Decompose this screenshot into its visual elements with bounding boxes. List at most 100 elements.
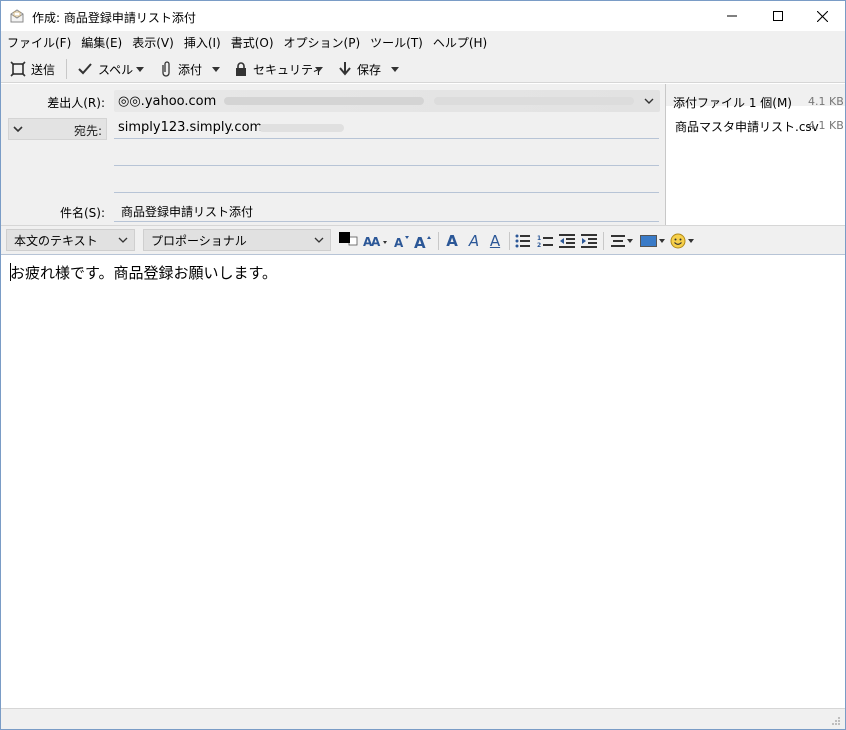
attachment-size: 4.1 KB xyxy=(808,119,844,132)
security-dropdown[interactable] xyxy=(313,58,325,80)
bullet-list-icon xyxy=(515,234,530,248)
toolbar-divider xyxy=(66,59,67,79)
chevron-down-icon xyxy=(627,239,633,243)
checkmark-icon xyxy=(78,63,92,75)
format-divider xyxy=(438,232,439,250)
attachment-item[interactable]: 商品マスタ申請リスト.csv 4.1 KB xyxy=(666,114,845,134)
minimize-icon xyxy=(727,15,737,17)
svg-text:1: 1 xyxy=(537,235,541,242)
maximize-icon xyxy=(773,11,783,21)
spell-dropdown[interactable] xyxy=(134,58,146,80)
send-icon xyxy=(10,61,26,77)
field-underline xyxy=(114,165,659,166)
font-size-icon: A A xyxy=(363,235,387,249)
spell-label: スペル xyxy=(98,62,134,77)
close-icon xyxy=(816,10,828,22)
indent-button[interactable] xyxy=(581,231,597,251)
svg-text:2: 2 xyxy=(537,242,541,248)
smiley-icon xyxy=(670,233,686,249)
image-icon xyxy=(639,235,657,247)
chevron-down-icon xyxy=(212,66,220,72)
minimize-button[interactable] xyxy=(709,1,755,31)
send-label: 送信 xyxy=(31,62,56,77)
from-value: ◎◎.yahoo.com xyxy=(118,93,217,109)
main-toolbar: 送信 スペル 添付 セキュリティ 保存 xyxy=(1,53,845,83)
message-header: 差出人(R): ◎◎.yahoo.com 宛先: simply123.simpl… xyxy=(1,84,845,225)
menu-format[interactable]: 書式(O) xyxy=(231,34,274,51)
italic-label: A xyxy=(468,232,480,250)
font-value: プロポーショナル xyxy=(151,233,247,248)
menu-help[interactable]: ヘルプ(H) xyxy=(433,34,487,51)
blurred-address xyxy=(434,97,634,105)
bullet-list-button[interactable] xyxy=(515,231,531,251)
attachment-panel: 添付ファイル 1 個(M) 4.1 KB 商品マスタ申請リスト.csv 4.1 … xyxy=(665,84,845,225)
font-size-button[interactable]: A A xyxy=(363,231,389,251)
chevron-down-icon xyxy=(644,98,654,104)
indent-icon xyxy=(581,234,597,248)
larger-text-icon: A xyxy=(414,234,431,249)
attachment-total-size: 4.1 KB xyxy=(808,95,844,108)
attach-dropdown[interactable] xyxy=(210,58,222,80)
menu-file[interactable]: ファイル(F) xyxy=(7,34,71,51)
menu-bar: ファイル(F) 編集(E) 表示(V) 挿入(I) 書式(O) オプション(P)… xyxy=(1,31,845,53)
subject-input[interactable]: 商品登録申請リスト添付 xyxy=(121,201,253,221)
align-text-icon xyxy=(611,235,625,247)
save-button[interactable]: 保存 xyxy=(338,58,381,80)
window-title: 作成: 商品登録申請リスト添付 xyxy=(32,11,196,25)
subject-label: 件名(S): xyxy=(59,206,105,220)
menu-view[interactable]: 表示(V) xyxy=(132,34,174,51)
attach-button[interactable]: 添付 xyxy=(159,58,202,80)
field-underline xyxy=(114,192,659,193)
paragraph-style-value: 本文のテキスト xyxy=(14,233,98,248)
font-select[interactable]: プロポーショナル xyxy=(143,229,331,251)
paragraph-style-select[interactable]: 本文のテキスト xyxy=(6,229,135,251)
resize-grip-icon[interactable] xyxy=(831,716,841,726)
maximize-button[interactable] xyxy=(755,1,801,31)
security-button[interactable]: セキュリティ xyxy=(234,58,324,80)
send-button[interactable]: 送信 xyxy=(10,58,55,80)
text-color-button[interactable] xyxy=(338,231,358,251)
title-bar: 作成: 商品登録申請リスト添付 xyxy=(1,1,845,31)
message-body-editor[interactable]: お疲れ様です。商品登録お願いします。 xyxy=(1,256,845,708)
insert-image-button[interactable] xyxy=(639,231,665,251)
menu-tools[interactable]: ツール(T) xyxy=(370,34,423,51)
outdent-icon xyxy=(559,234,575,248)
save-dropdown[interactable] xyxy=(389,58,401,80)
status-bar xyxy=(1,708,845,729)
increase-font-button[interactable]: A xyxy=(414,231,434,251)
chevron-down-icon xyxy=(13,126,23,133)
bold-label: A xyxy=(446,232,458,250)
attachment-count-label: 添付ファイル 1 個(M) xyxy=(673,96,792,110)
underline-button[interactable]: A xyxy=(487,231,503,251)
chevron-down-icon xyxy=(315,66,323,72)
smaller-text-icon: A xyxy=(394,236,409,249)
svg-text:A: A xyxy=(414,234,426,249)
download-arrow-icon xyxy=(339,62,351,76)
menu-insert[interactable]: 挿入(I) xyxy=(184,34,221,51)
chevron-down-icon xyxy=(688,239,694,243)
spell-button[interactable]: スペル xyxy=(77,58,133,80)
menu-edit[interactable]: 編集(E) xyxy=(81,34,122,51)
message-body-text: お疲れ様です。商品登録お願いします。 xyxy=(10,264,278,282)
lock-icon xyxy=(236,62,246,76)
align-button[interactable] xyxy=(610,231,634,251)
numbered-list-button[interactable]: 1 2 xyxy=(537,231,553,251)
svg-text:A: A xyxy=(371,235,381,249)
attachment-header[interactable]: 添付ファイル 1 個(M) 4.1 KB xyxy=(666,84,845,110)
address-type-button[interactable]: 宛先: xyxy=(8,118,107,140)
to-input[interactable]: simply123.simply.com xyxy=(118,117,262,137)
menu-options[interactable]: オプション(P) xyxy=(284,34,361,51)
emoji-button[interactable] xyxy=(669,231,695,251)
chevron-down-icon xyxy=(118,237,128,243)
close-button[interactable] xyxy=(799,1,845,31)
attach-label: 添付 xyxy=(178,62,203,77)
italic-button[interactable]: A xyxy=(466,231,482,251)
decrease-font-button[interactable]: A xyxy=(393,231,411,251)
save-label: 保存 xyxy=(357,62,382,77)
chevron-down-icon xyxy=(314,237,324,243)
svg-text:A: A xyxy=(394,236,404,249)
text-color-swatch-icon xyxy=(339,232,358,246)
bold-button[interactable]: A xyxy=(444,231,460,251)
format-divider xyxy=(603,232,604,250)
outdent-button[interactable] xyxy=(559,231,575,251)
